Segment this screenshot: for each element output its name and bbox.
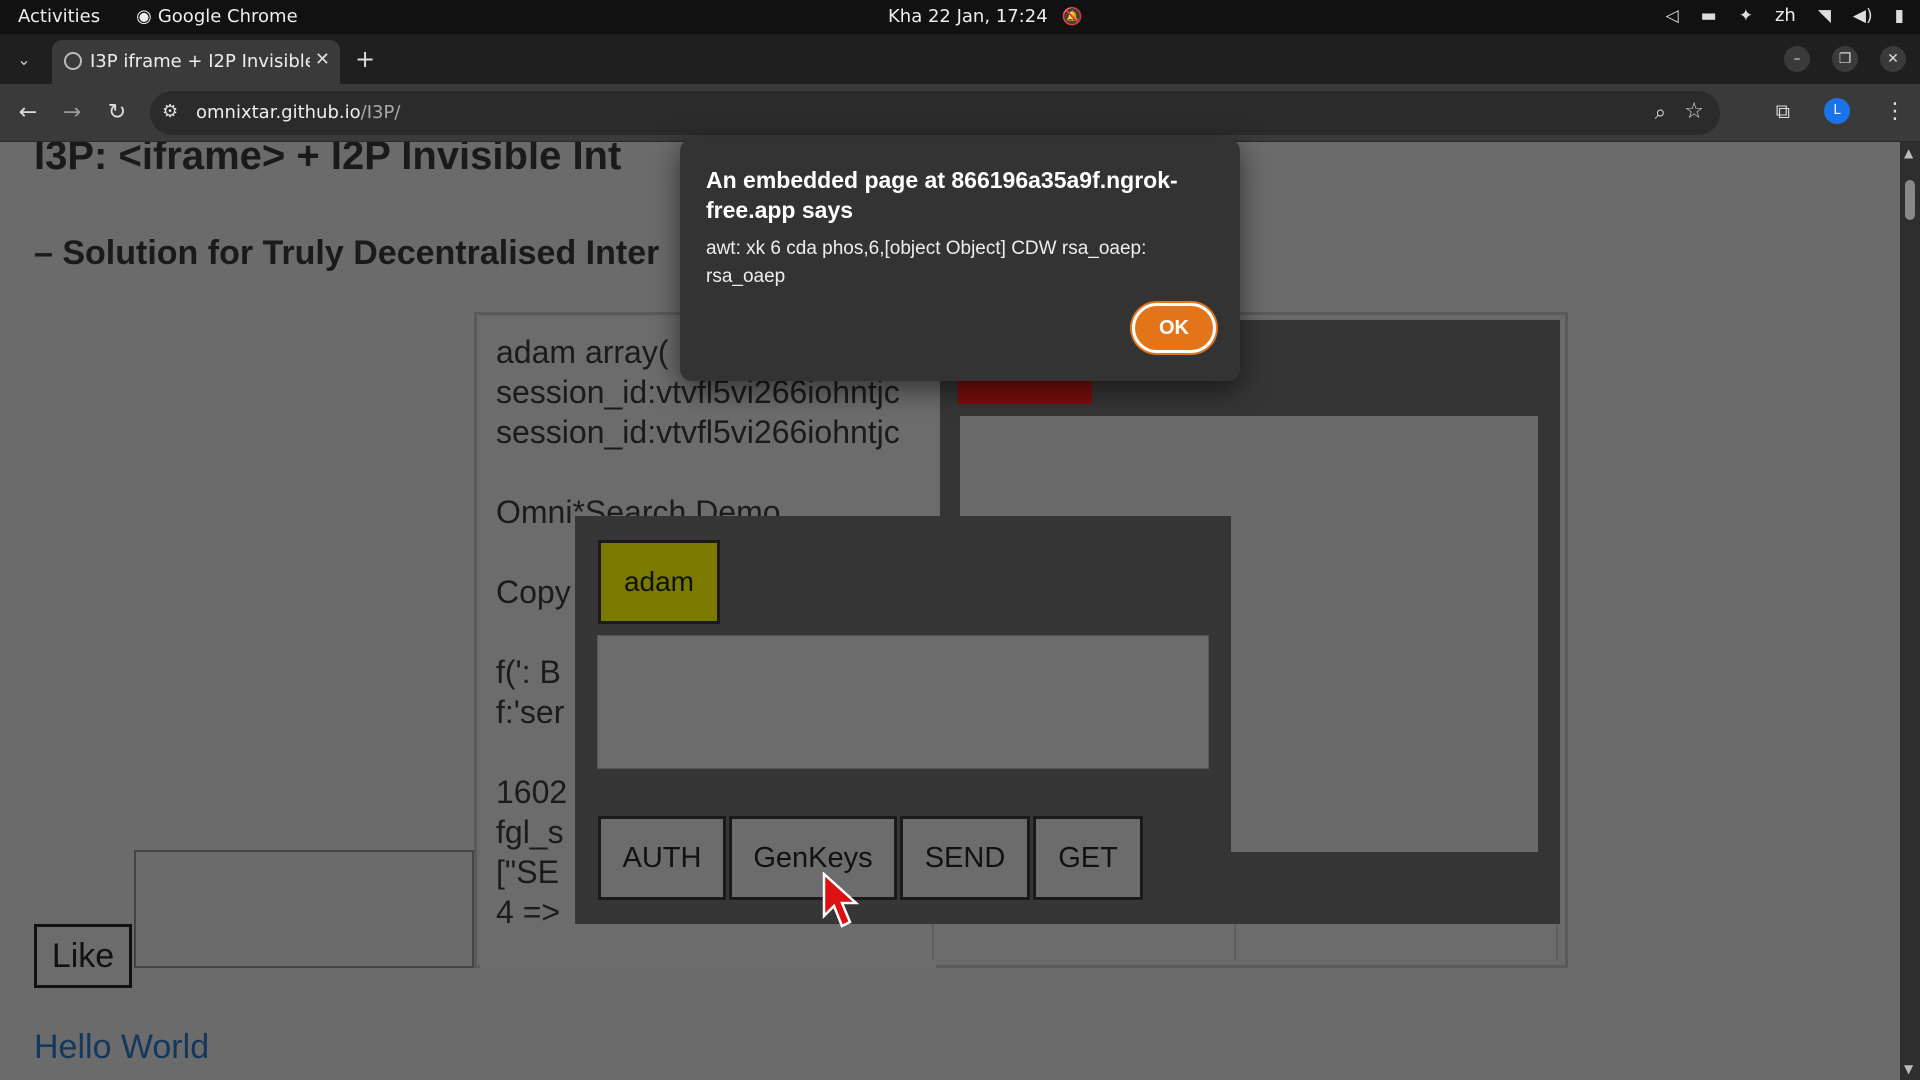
mic-muted-icon[interactable]: ◁ (1666, 6, 1679, 26)
reload-icon[interactable]: ↻ (103, 99, 131, 127)
get-button[interactable]: GET (1033, 816, 1143, 900)
notifications-muted-icon: 🔕 (1061, 6, 1083, 27)
system-top-bar: Activities ◉ Google Chrome Kha 22 Jan, 1… (0, 0, 1920, 34)
close-window-icon[interactable]: ✕ (1880, 46, 1906, 72)
volume-icon[interactable]: ◀) (1853, 6, 1873, 26)
genkeys-button[interactable]: GenKeys (729, 816, 897, 900)
alert-dialog: An embedded page at 866196a35a9f.ngrok-f… (680, 139, 1240, 381)
input-method[interactable]: zh (1775, 5, 1796, 26)
menu-icon[interactable]: ⋮ (1884, 99, 1906, 124)
like-button[interactable]: Like (34, 924, 132, 988)
page-subtitle: – Solution for Truly Decentralised Inter (34, 234, 660, 272)
hello-world-link[interactable]: Hello World (34, 1028, 209, 1067)
app-name: Google Chrome (157, 6, 298, 27)
ok-button[interactable]: OK (1132, 303, 1216, 353)
url-path: /I3P/ (360, 102, 401, 123)
browser-toolbar: ← → ↻ ⚙ omnixtar.github.io/I3P/ ⌕ ☆ ⧉ L … (0, 84, 1920, 142)
dialog-message: awt: xk 6 cda phos,6,[object Object] CDW… (706, 238, 1147, 287)
chrome-icon: ◉ (136, 6, 152, 27)
bottom-frame-row (574, 924, 1560, 960)
bottom-cell (1238, 924, 1558, 960)
user-button[interactable]: adam (598, 540, 720, 624)
screen-share-icon[interactable]: ▬ (1701, 6, 1717, 26)
send-button[interactable]: SEND (900, 816, 1030, 900)
mouse-pointer-icon (822, 872, 860, 928)
tab-strip: ⌄ I3P iframe + I2P Invisible ✕ + – ❐ ✕ (0, 34, 1920, 84)
activities-button[interactable]: Activities (18, 6, 100, 27)
clock[interactable]: Kha 22 Jan, 17:24 🔕 (888, 6, 1083, 27)
address-bar[interactable]: ⚙ omnixtar.github.io/I3P/ ⌕ ☆ (150, 91, 1720, 135)
globe-icon (64, 52, 82, 70)
tab-active[interactable]: I3P iframe + I2P Invisible ✕ (52, 40, 340, 84)
tab-search-icon[interactable]: ⌄ (10, 46, 38, 74)
accessibility-icon[interactable]: ✦ (1739, 6, 1753, 26)
restore-icon[interactable]: ❐ (1832, 46, 1858, 72)
forward-icon[interactable]: → (58, 99, 86, 127)
url-text[interactable]: omnixtar.github.io/I3P/ (196, 102, 400, 123)
page-title: I3P: <iframe> + I2P Invisible Int (34, 142, 622, 178)
scroll-up-icon[interactable]: ▲ (1904, 146, 1913, 160)
url-host: omnixtar.github.io (196, 102, 361, 123)
bottom-cell (574, 924, 934, 960)
site-info-icon[interactable]: ⚙ (162, 101, 178, 122)
bottom-cell (936, 924, 1236, 960)
app-menu[interactable]: ◉ Google Chrome (136, 6, 298, 27)
message-textarea[interactable] (597, 635, 1209, 769)
back-icon[interactable]: ← (14, 99, 42, 127)
page-scrollbar[interactable]: ▲ ▼ (1900, 142, 1920, 1080)
comment-textarea[interactable] (134, 850, 474, 968)
tab-close-icon[interactable]: ✕ (315, 49, 330, 70)
wifi-icon[interactable]: ◥ (1818, 6, 1831, 26)
dialog-title: An embedded page at 866196a35a9f.ngrok-f… (706, 167, 1178, 223)
datetime: Kha 22 Jan, 17:24 (888, 6, 1048, 27)
auth-button[interactable]: AUTH (598, 816, 726, 900)
scrollbar-thumb[interactable] (1905, 180, 1915, 220)
bookmark-star-icon[interactable]: ☆ (1684, 99, 1704, 124)
extensions-icon[interactable]: ⧉ (1776, 99, 1790, 123)
zoom-icon[interactable]: ⌕ (1655, 100, 1666, 124)
tab-title: I3P iframe + I2P Invisible (90, 51, 310, 72)
new-tab-button[interactable]: + (352, 46, 378, 72)
battery-icon[interactable]: ▮ (1895, 6, 1904, 26)
profile-avatar[interactable]: L (1824, 98, 1850, 124)
scroll-down-icon[interactable]: ▼ (1904, 1062, 1913, 1076)
minimize-icon[interactable]: – (1784, 46, 1810, 72)
